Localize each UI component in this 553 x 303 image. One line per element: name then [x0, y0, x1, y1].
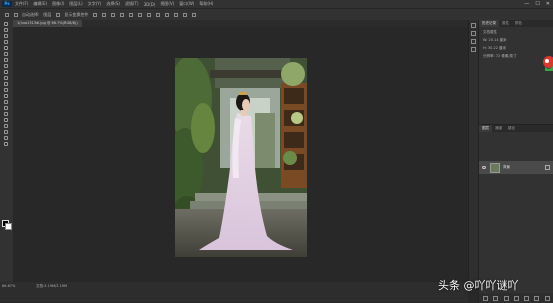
document-tabs: 1(hua1313dl.jpg @ 66.7%(RGB/8)): [13, 20, 468, 27]
clone-stamp-tool-icon[interactable]: [4, 70, 8, 74]
align-middle-icon[interactable]: [129, 12, 134, 17]
eraser-tool-icon[interactable]: [4, 82, 8, 86]
align-right-icon[interactable]: [111, 12, 116, 17]
window-controls: — ☐ ✕: [524, 1, 550, 7]
minimize-button[interactable]: —: [524, 1, 529, 7]
tab-layers[interactable]: 图层: [479, 125, 492, 132]
sticker-icon: [543, 56, 553, 71]
layer-dropdown[interactable]: 图层: [43, 12, 51, 18]
3d-pan-icon[interactable]: [192, 12, 197, 17]
canvas-area[interactable]: [13, 27, 468, 281]
mask-icon[interactable]: [503, 296, 509, 301]
close-button[interactable]: ✕: [546, 1, 550, 7]
menu-window[interactable]: 窗口(W): [179, 1, 194, 7]
height-row: H: 30.22 厘米: [483, 46, 507, 50]
layer-row-background[interactable]: 背景: [479, 161, 553, 174]
shape-tool-icon[interactable]: [4, 124, 8, 128]
watermark-text: 头条 @吖吖谜吖: [438, 279, 519, 292]
tab-channels[interactable]: 通道: [492, 125, 505, 132]
align-bottom-icon[interactable]: [138, 12, 143, 17]
tab-color[interactable]: 颜色: [512, 20, 525, 27]
move-tool-icon[interactable]: [4, 22, 8, 26]
adjustment-layer-icon[interactable]: [513, 296, 519, 301]
layer-name: 背景: [503, 165, 510, 169]
eyedropper-tool-icon[interactable]: [4, 52, 8, 56]
zoom-tool-icon[interactable]: [4, 136, 8, 140]
tab-history[interactable]: 历史记录: [479, 20, 499, 27]
tools-panel: [0, 20, 14, 282]
align-left-icon[interactable]: [93, 12, 98, 17]
path-select-tool-icon[interactable]: [4, 118, 8, 122]
tab-paths[interactable]: 路径: [505, 125, 518, 132]
menu-filter[interactable]: 滤镜(T): [125, 1, 139, 7]
menu-type[interactable]: 文字(Y): [88, 1, 102, 7]
3d-mode-icon[interactable]: [174, 12, 179, 17]
transform-checkbox-icon[interactable]: [56, 12, 61, 17]
brush-tool-icon[interactable]: [4, 64, 8, 68]
lasso-tool-icon[interactable]: [4, 34, 8, 38]
link-icon[interactable]: [483, 296, 488, 301]
menu-view[interactable]: 视图(V): [160, 1, 174, 7]
hand-tool-icon[interactable]: [4, 130, 8, 134]
document-tab[interactable]: 1(hua1313dl.jpg @ 66.7%(RGB/8)): [13, 20, 82, 27]
checkbox-icon[interactable]: [14, 12, 18, 17]
zoom-level[interactable]: 66.67%: [2, 284, 15, 288]
menu-edit[interactable]: 编辑(E): [33, 1, 47, 7]
properties-panel-icon[interactable]: [471, 31, 476, 36]
blur-tool-icon[interactable]: [4, 94, 8, 98]
3d-rotate-icon[interactable]: [183, 12, 188, 17]
gradient-tool-icon[interactable]: [4, 88, 8, 92]
quick-select-tool-icon[interactable]: [4, 40, 8, 44]
move-tool-icon[interactable]: [5, 12, 9, 17]
menu-layer[interactable]: 图层(L): [69, 1, 82, 7]
properties-title: 文档属性: [483, 30, 497, 34]
menu-image[interactable]: 图像(I): [52, 1, 64, 7]
styles-panel-icon[interactable]: [471, 47, 476, 52]
new-layer-icon[interactable]: [534, 296, 540, 301]
transform-controls-label: 显示变换控件: [64, 11, 89, 17]
maximize-button[interactable]: ☐: [535, 1, 539, 7]
resolution-row: 分辨率: 72 像素/英寸: [483, 54, 517, 58]
tab-properties[interactable]: 属性: [499, 20, 512, 27]
menu-file[interactable]: 文件(F): [15, 1, 28, 7]
layers-panel-tabs: 图层 通道 路径: [479, 125, 553, 132]
photo-illustration: [175, 58, 307, 257]
adjustments-panel-icon[interactable]: [471, 39, 476, 44]
menu-3d[interactable]: 3D(D): [144, 2, 156, 7]
align-top-icon[interactable]: [120, 12, 125, 17]
fx-icon[interactable]: [493, 296, 499, 301]
menu-select[interactable]: 选择(S): [106, 1, 120, 7]
menu-bar: Ps 文件(F) 编辑(E) 图像(I) 图层(L) 文字(Y) 选择(S) 滤…: [0, 0, 553, 8]
dodge-tool-icon[interactable]: [4, 100, 8, 104]
photoshop-logo: Ps: [2, 1, 12, 7]
distribute-icon[interactable]: [147, 12, 152, 17]
more-tools-icon[interactable]: [4, 142, 8, 146]
width-row: W: 20.14 厘米: [483, 38, 507, 42]
distribute-h-icon[interactable]: [156, 12, 161, 17]
top-panel-tabs: 历史记录 属性 颜色: [479, 20, 553, 27]
lock-icon: [545, 165, 550, 170]
folder-icon[interactable]: [524, 296, 530, 301]
document-info: 文档:3.19M/3.19M: [36, 284, 67, 288]
distribute-v-icon[interactable]: [165, 12, 170, 17]
auto-select-label: 自动选择:: [22, 11, 40, 17]
crop-tool-icon[interactable]: [4, 46, 8, 50]
menu-help[interactable]: 帮助(H): [199, 1, 213, 7]
history-brush-tool-icon[interactable]: [4, 76, 8, 80]
healing-tool-icon[interactable]: [4, 58, 8, 62]
layer-thumbnail: [490, 162, 500, 173]
photo-image[interactable]: [175, 58, 307, 257]
trash-icon[interactable]: [544, 296, 550, 301]
history-panel-icon[interactable]: [471, 23, 476, 28]
eye-icon[interactable]: [482, 166, 486, 169]
pen-tool-icon[interactable]: [4, 106, 8, 110]
align-center-icon[interactable]: [102, 12, 107, 17]
background-color-swatch[interactable]: [5, 223, 12, 230]
marquee-tool-icon[interactable]: [4, 28, 8, 32]
status-bar: 66.67% 文档:3.19M/3.19M: [0, 282, 468, 302]
type-tool-icon[interactable]: [4, 112, 8, 116]
